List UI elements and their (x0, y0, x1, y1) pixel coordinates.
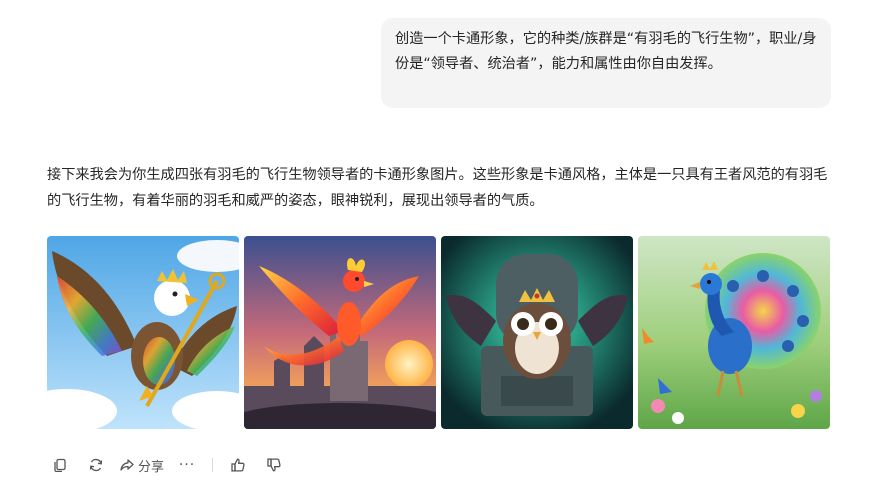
image-gallery (47, 236, 831, 429)
refresh-icon (89, 458, 103, 472)
generated-image-owl[interactable] (441, 236, 633, 429)
generated-image-phoenix[interactable] (244, 236, 436, 429)
eagle-illustration (47, 236, 239, 429)
action-divider (212, 458, 214, 472)
share-label: 分享 (138, 459, 165, 475)
thumbs-down-icon (267, 458, 281, 472)
generated-image-peacock[interactable] (638, 236, 830, 429)
assistant-answer: 接下来我会为你生成四张有羽毛的飞行生物领导者的卡通形象图片。这些形象是卡通风格，… (47, 162, 837, 214)
share-button[interactable]: 分享 (119, 452, 164, 478)
more-button[interactable]: ··· (174, 452, 200, 478)
peacock-illustration (638, 236, 830, 429)
user-message-bubble: 创造一个卡通形象，它的种类/族群是“有羽毛的飞行生物”，职业/身份是“领导者、统… (381, 18, 831, 108)
more-icon: ··· (178, 457, 196, 473)
user-message-text: 创造一个卡通形象，它的种类/族群是“有羽毛的飞行生物”，职业/身份是“领导者、统… (395, 31, 817, 72)
copy-icon (54, 458, 66, 473)
regenerate-button[interactable] (83, 452, 109, 478)
generated-image-eagle[interactable] (47, 236, 239, 429)
copy-button[interactable] (47, 452, 73, 478)
answer-text: 接下来我会为你生成四张有羽毛的飞行生物领导者的卡通形象图片。这些形象是卡通风格，… (47, 167, 828, 209)
thumbs-up-icon (231, 458, 245, 472)
message-action-bar: 分享 ··· (47, 452, 297, 478)
share-icon (120, 459, 134, 471)
owl-illustration (441, 236, 633, 429)
phoenix-illustration (244, 236, 436, 429)
dislike-button[interactable] (261, 452, 287, 478)
like-button[interactable] (225, 452, 251, 478)
